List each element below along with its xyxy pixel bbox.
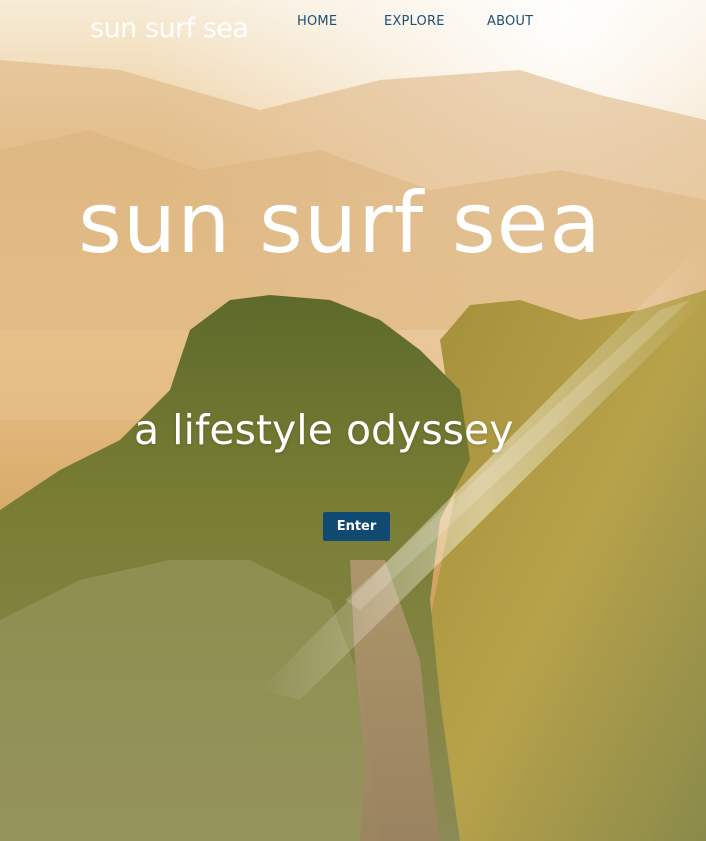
nav-item-about[interactable]: ABOUT — [487, 13, 533, 31]
hero-title: sun surf sea — [78, 174, 602, 272]
main-nav: HOME EXPLORE ABOUT — [0, 13, 706, 31]
nav-item-home[interactable]: HOME — [297, 13, 337, 31]
hero-section: sun surf sea HOME EXPLORE ABOUT sun surf… — [0, 0, 706, 841]
nav-item-explore[interactable]: EXPLORE — [384, 13, 445, 31]
enter-button[interactable]: Enter — [323, 512, 390, 541]
hero-tagline: a lifestyle odyssey — [134, 406, 514, 454]
